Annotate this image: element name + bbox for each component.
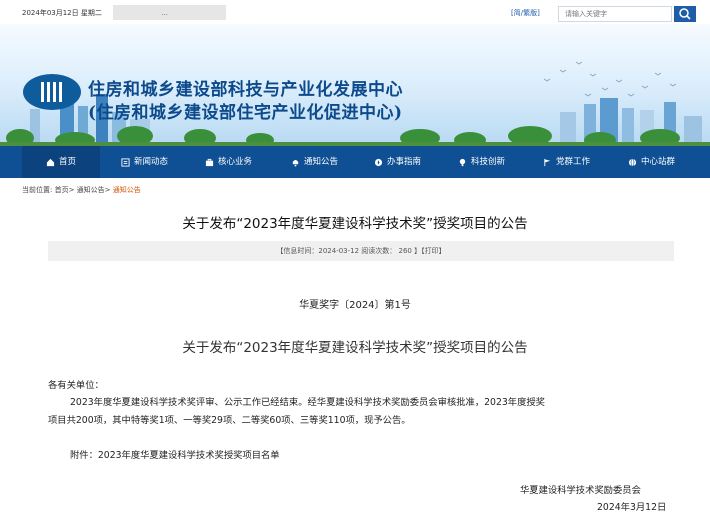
compass-icon <box>374 158 383 166</box>
body-paragraph-line2: 项目共200项，其中特等奖1项、一等奖29项、二等奖60项、三等奖110项，现予… <box>48 415 411 426</box>
main-nav: 首页 新闻动态 核心业务 通知公告 办事指南 科技创新 党群工作 中心站群 <box>0 146 710 178</box>
body-paragraph-line1: 2023年度华夏建设科学技术奖评审、公示工作已经结束。经华夏建设科学技术奖励委员… <box>70 397 545 408</box>
nav-item-home[interactable]: 首页 <box>22 146 100 178</box>
globe-icon <box>628 158 637 166</box>
breadcrumb-path[interactable]: 当前位置: 首页> 通知公告> <box>22 186 113 194</box>
salutation: 各有关单位： <box>48 380 104 391</box>
search-input[interactable]: 请输入关键字 <box>558 6 672 22</box>
simplified-traditional-link[interactable]: [简/繁版] <box>511 8 540 18</box>
nav-item-innovation[interactable]: 科技创新 <box>458 146 505 178</box>
article-subtitle: 关于发布“2023年度华夏建设科学技术奖”授奖项目的公告 <box>182 340 528 356</box>
header-banner: 住房和城乡建设部科技与产业化发展中心 (住房和城乡建设部住宅产业化促进中心) <box>0 24 710 146</box>
nav-item-business[interactable]: 核心业务 <box>205 146 252 178</box>
site-title-line2: (住房和城乡建设部住宅产业化促进中心) <box>88 103 403 123</box>
nav-item-notices[interactable]: 通知公告 <box>291 146 338 178</box>
document-number: 华夏奖字〔2024〕第1号 <box>299 300 411 311</box>
site-title-line1: 住房和城乡建设部科技与产业化发展中心 <box>88 80 403 100</box>
nav-item-party[interactable]: 党群工作 <box>543 146 590 178</box>
home-icon <box>46 158 55 166</box>
article-title: 关于发布“2023年度华夏建设科学技术奖”授奖项目的公告 <box>182 216 528 232</box>
breadcrumb-current[interactable]: 通知公告 <box>113 186 141 194</box>
blurred-field: … <box>113 5 226 20</box>
nav-item-sites[interactable]: 中心站群 <box>628 146 675 178</box>
search-button[interactable] <box>674 6 696 22</box>
nav-item-news[interactable]: 新闻动态 <box>121 146 168 178</box>
bulb-icon <box>459 158 466 166</box>
attachment-link[interactable]: 附件：2023年度华夏建设科学技术奖授奖项目名单 <box>70 447 280 461</box>
briefcase-icon <box>205 158 214 166</box>
sign-date: 2024年3月12日 <box>597 502 667 513</box>
bell-icon <box>292 159 299 167</box>
news-icon <box>121 157 130 167</box>
search-icon <box>679 8 691 20</box>
signature: 华夏建设科学技术奖励委员会 <box>520 485 641 496</box>
article-meta: 【信息时间：2024-03-12 阅读次数： 260 】【打印】 <box>48 241 674 261</box>
breadcrumb: 当前位置: 首页> 通知公告> 通知公告 <box>22 185 141 195</box>
top-utility-bar: 2024年03月12日 星期二 … [简/繁版] 请输入关键字 <box>0 0 710 22</box>
current-date: 2024年03月12日 星期二 <box>22 9 102 17</box>
nav-item-guide[interactable]: 办事指南 <box>374 146 421 178</box>
center-logo <box>23 74 81 110</box>
flag-icon <box>544 158 551 166</box>
